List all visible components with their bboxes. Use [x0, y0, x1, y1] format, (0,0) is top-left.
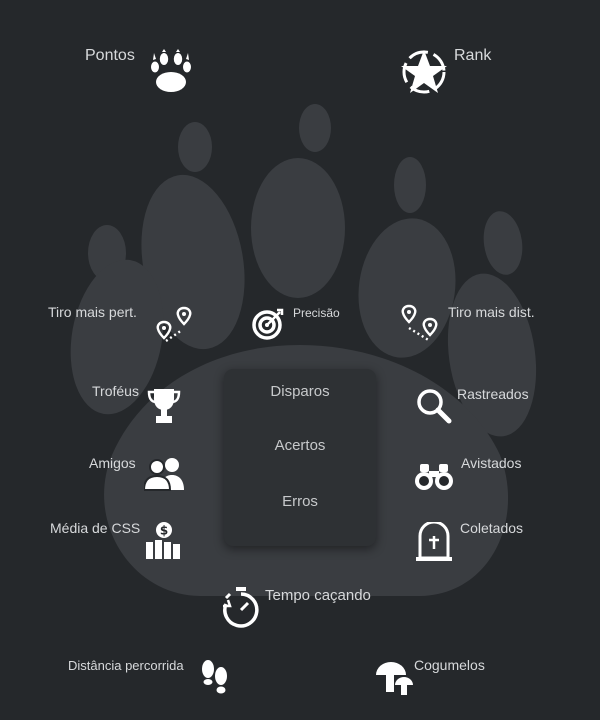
paw-icon — [150, 49, 192, 93]
stopwatch-icon — [220, 586, 262, 630]
spotted-label: Avistados — [461, 455, 522, 471]
hits-item[interactable]: Acertos — [224, 437, 376, 454]
target-icon — [251, 307, 285, 341]
binoculars-icon — [414, 462, 454, 492]
gravestone-icon — [414, 522, 454, 562]
tracked-label: Rastreados — [457, 386, 529, 402]
footprints-icon — [199, 659, 231, 697]
farthest-shot-label: Tiro mais dist. — [448, 304, 535, 320]
hunting-time-label: Tempo caçando — [265, 587, 371, 604]
mushroom-icon — [375, 659, 415, 697]
average-css-label: Média de CSS — [50, 520, 141, 536]
background-paw-print — [70, 104, 537, 596]
rank-label: Rank — [454, 47, 492, 64]
svg-text:$: $ — [160, 524, 168, 538]
distance-label: Distância percorrida — [68, 658, 184, 673]
friends-label: Amigos — [89, 455, 136, 471]
precision-label: Precisão — [293, 306, 340, 320]
users-icon — [144, 457, 186, 491]
shots-item[interactable]: Disparos — [224, 383, 376, 400]
collected-label: Coletados — [460, 520, 524, 536]
money-chart-icon: $ — [145, 521, 185, 561]
route-pins-icon — [400, 304, 440, 344]
star-badge-icon — [399, 47, 449, 97]
points-label: Pontos — [85, 47, 135, 64]
trophy-icon — [146, 387, 182, 425]
mushrooms-label: Cogumelos — [414, 657, 485, 673]
magnifier-icon — [415, 387, 453, 425]
misses-item[interactable]: Erros — [224, 493, 376, 510]
closest-shot-label: Tiro mais pert. — [48, 304, 137, 320]
shots-summary-panel: Disparos Acertos Erros — [224, 369, 376, 546]
route-pins-icon — [154, 306, 194, 344]
trophies-label: Troféus — [92, 383, 139, 399]
